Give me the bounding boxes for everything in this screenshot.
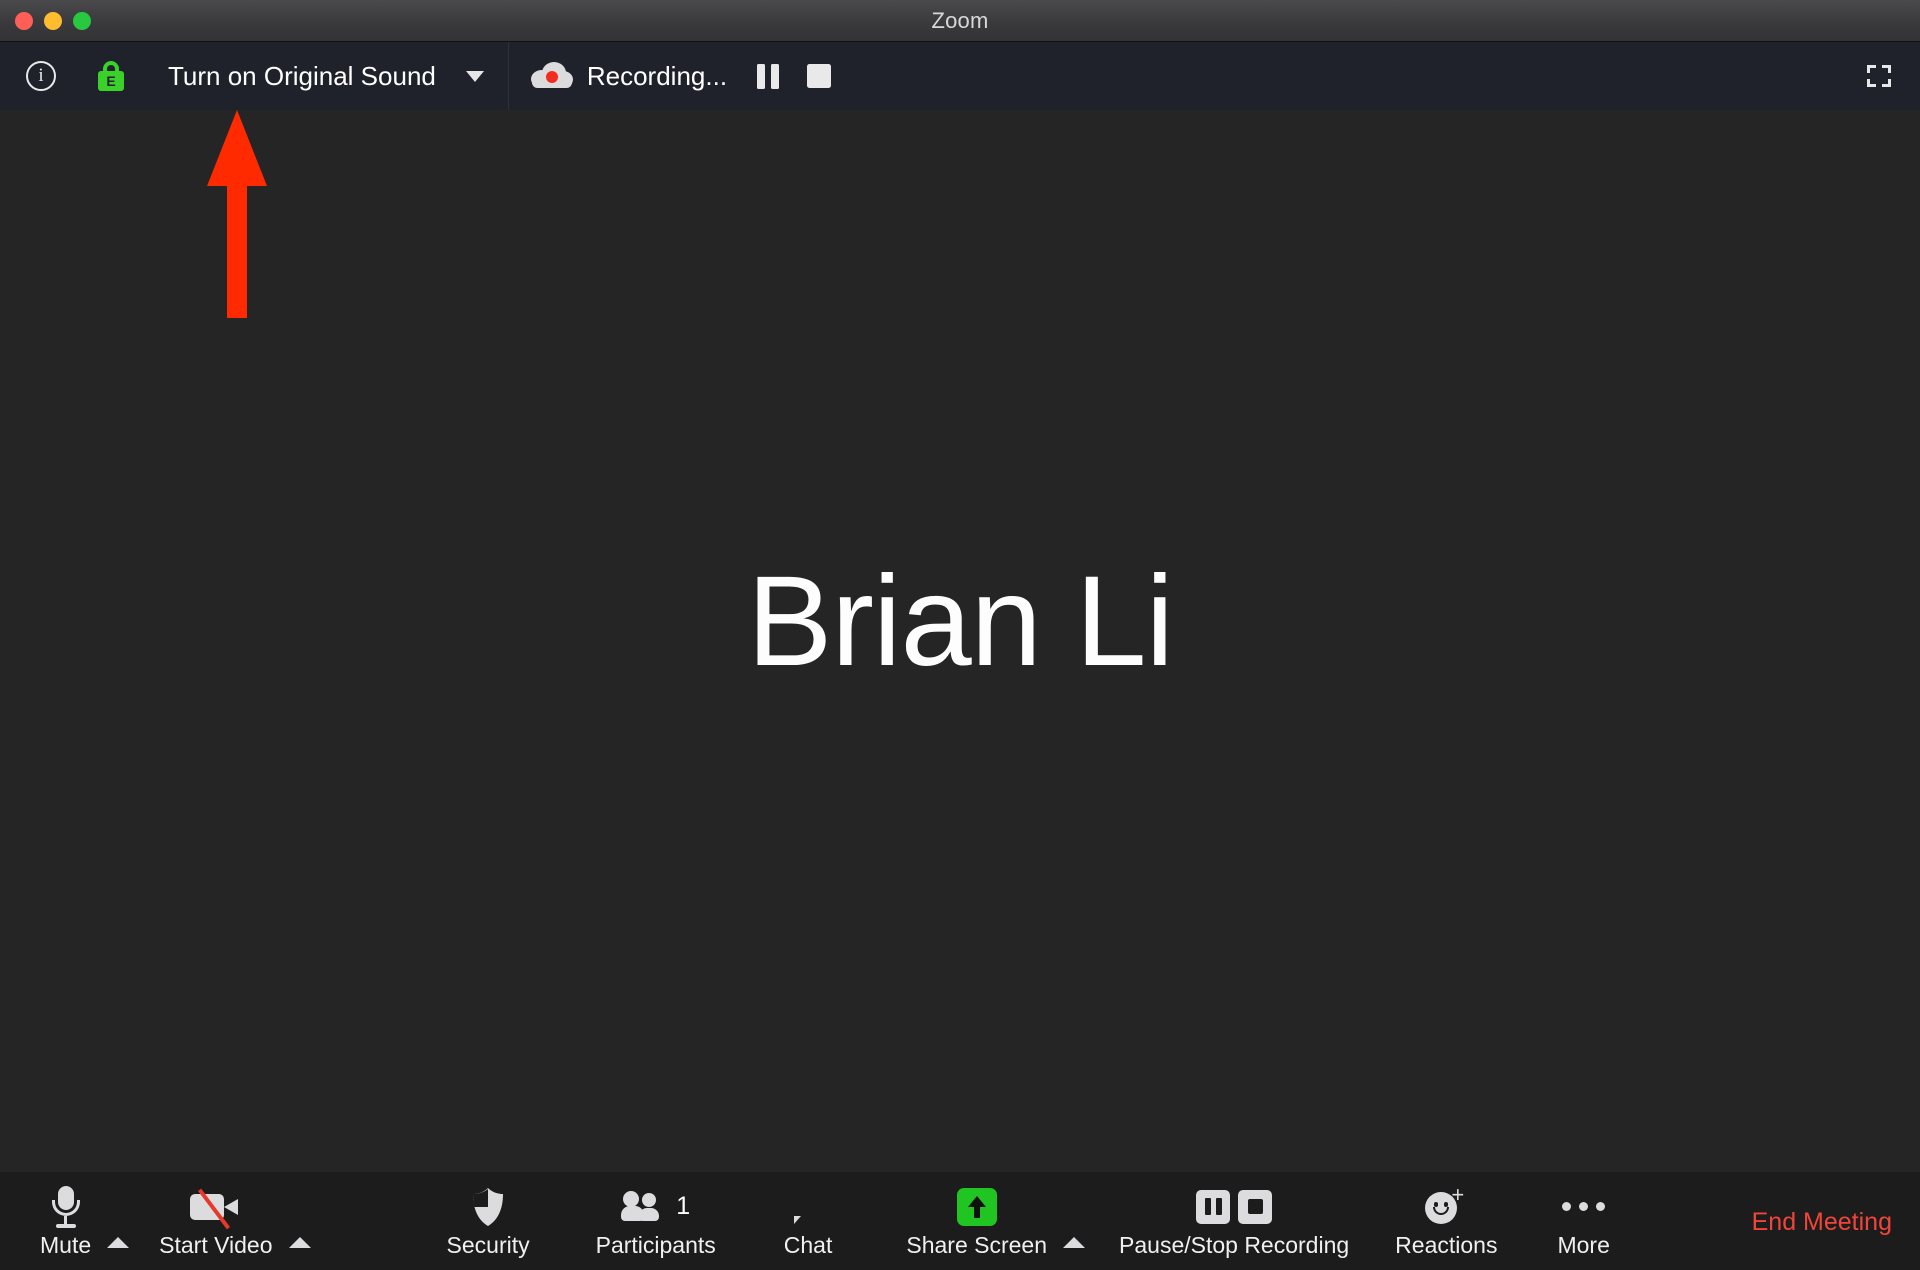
window-title: Zoom	[931, 7, 989, 33]
chat-label: Chat	[783, 1231, 833, 1258]
stop-recording-button[interactable]	[807, 64, 832, 88]
end-meeting-label: End Meeting	[1751, 1207, 1892, 1236]
start-video-button[interactable]: Start Video	[153, 1172, 278, 1270]
meeting-info-button[interactable]: i	[0, 42, 66, 110]
chevron-down-icon[interactable]	[465, 70, 484, 82]
end-meeting-button[interactable]: End Meeting	[1752, 1172, 1920, 1270]
pause-stop-recording-label: Pause/Stop Recording	[1119, 1231, 1350, 1258]
participants-count-badge: 1	[676, 1192, 691, 1220]
video-off-icon	[189, 1184, 242, 1230]
security-label: Security	[446, 1231, 530, 1258]
participants-button[interactable]: 1 Participants	[590, 1172, 722, 1270]
mute-label: Mute	[40, 1231, 92, 1258]
share-options-button[interactable]	[1053, 1172, 1095, 1270]
recording-label: Recording...	[586, 60, 728, 91]
active-speaker-name: Brian Li	[747, 549, 1174, 693]
fullscreen-icon	[1867, 65, 1891, 87]
participants-label: Participants	[595, 1231, 716, 1258]
chevron-up-icon	[107, 1237, 130, 1248]
encryption-status-button[interactable]: E	[66, 42, 134, 110]
ellipsis-icon	[1562, 1184, 1606, 1230]
pause-icon[interactable]	[1196, 1189, 1231, 1224]
original-sound-toggle[interactable]: Turn on Original Sound	[134, 42, 509, 110]
chat-bubble-icon	[790, 1184, 826, 1230]
start-video-label: Start Video	[159, 1231, 273, 1258]
cloud-recording-icon	[530, 62, 573, 90]
security-button[interactable]: Security	[441, 1172, 536, 1270]
chevron-up-icon	[1063, 1237, 1086, 1248]
reactions-icon: +	[1425, 1183, 1467, 1230]
more-label: More	[1557, 1231, 1610, 1258]
people-icon	[621, 1190, 667, 1223]
video-stage: Brian Li	[0, 110, 1920, 1172]
original-sound-label: Turn on Original Sound	[168, 60, 436, 91]
meeting-top-toolbar: i E Turn on Original Sound Recording...	[0, 42, 1920, 110]
close-window-button[interactable]	[15, 11, 33, 30]
reactions-button[interactable]: + Reactions	[1389, 1172, 1503, 1270]
green-lock-icon: E	[98, 61, 124, 91]
audio-options-button[interactable]	[97, 1172, 139, 1270]
window-titlebar: Zoom	[0, 0, 1920, 42]
share-screen-button[interactable]: Share Screen	[900, 1172, 1053, 1270]
recording-status-group: Recording...	[509, 60, 832, 92]
microphone-icon	[49, 1184, 83, 1230]
share-screen-icon	[956, 1187, 997, 1226]
reactions-label: Reactions	[1395, 1231, 1498, 1258]
chat-button[interactable]: Chat	[778, 1172, 839, 1270]
share-screen-label: Share Screen	[906, 1231, 1048, 1258]
more-button[interactable]: More	[1551, 1172, 1615, 1270]
stop-icon[interactable]	[1238, 1189, 1273, 1224]
zoom-meeting-window: Zoom i E Turn on Original Sound Recordin…	[0, 0, 1920, 1270]
maximize-window-button[interactable]	[73, 11, 91, 30]
pause-stop-recording-button[interactable]: Pause/Stop Recording	[1113, 1172, 1355, 1270]
mute-button[interactable]: Mute	[34, 1172, 97, 1270]
pause-recording-button[interactable]	[757, 63, 780, 89]
pause-stop-recording-icon	[1196, 1189, 1273, 1224]
video-options-button[interactable]	[279, 1172, 321, 1270]
shield-icon	[471, 1184, 505, 1230]
enter-fullscreen-button[interactable]	[1856, 56, 1902, 96]
traffic-lights	[15, 11, 91, 30]
minimize-window-button[interactable]	[44, 11, 62, 30]
chevron-up-icon	[288, 1237, 311, 1248]
annotation-arrow-up	[207, 110, 267, 318]
meeting-bottom-toolbar: Mute Start Video Security 1 Participants…	[0, 1172, 1920, 1270]
info-icon: i	[26, 61, 56, 91]
